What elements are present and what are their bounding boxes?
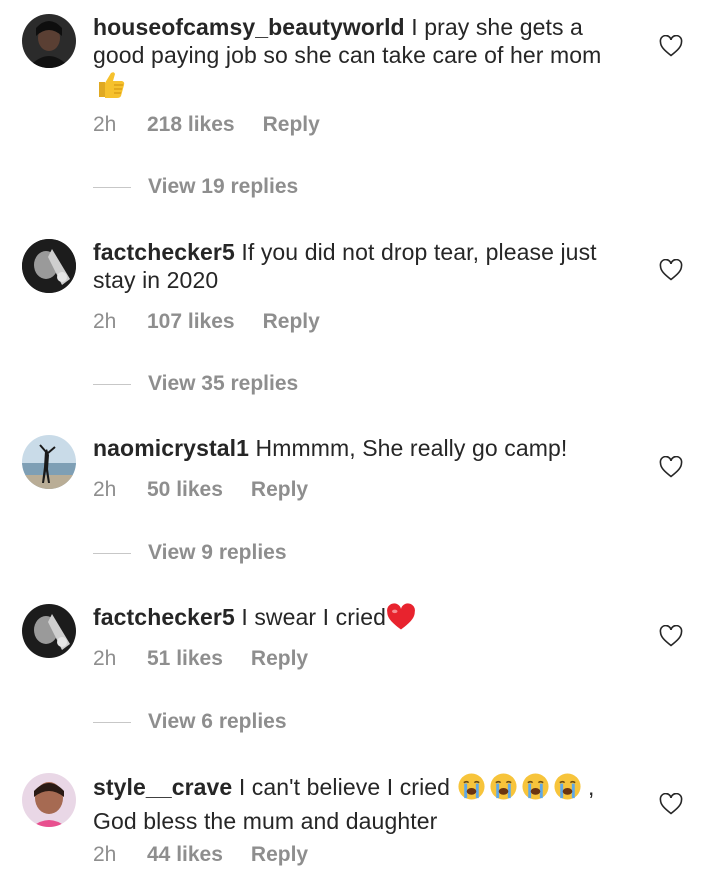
view-replies-button[interactable]: View 19 replies: [93, 175, 298, 199]
like-heart-icon[interactable]: [659, 625, 683, 647]
avatar-image: [22, 604, 76, 658]
view-replies-label: View 35 replies: [148, 372, 299, 395]
divider-line: [93, 721, 131, 723]
avatar-image: [22, 773, 76, 827]
reply-button[interactable]: Reply: [251, 647, 308, 671]
comment-meta: 2h 218 likes Reply: [93, 113, 320, 137]
comment-text: houseofcamsy_beautyworld I pray she gets…: [93, 13, 633, 105]
comment-body: Hmmmm, She really go camp!: [249, 435, 568, 461]
comment-body-after-emoji: ,: [581, 774, 595, 800]
likes-count[interactable]: 44 likes: [147, 843, 223, 867]
comment-username[interactable]: style__crave: [93, 774, 232, 800]
thumbs-up-icon: [95, 69, 127, 105]
view-replies-label: View 6 replies: [148, 710, 287, 733]
comment-meta: 2h 107 likes Reply: [93, 310, 320, 334]
red-heart-icon: [386, 603, 416, 637]
comment-body: I swear I cried: [234, 604, 387, 630]
divider-line: [93, 383, 131, 385]
comment-username[interactable]: factchecker5: [93, 604, 235, 630]
comment-time: 2h: [93, 478, 117, 501]
likes-count[interactable]: 107 likes: [147, 310, 235, 334]
crying-face-icon: [489, 772, 518, 807]
avatar-image: [22, 239, 76, 293]
reply-button[interactable]: Reply: [251, 843, 308, 867]
avatar[interactable]: [22, 14, 76, 68]
comment-text: naomicrystal1 Hmmmm, She really go camp!: [93, 434, 633, 462]
comment-time: 2h: [93, 647, 117, 670]
avatar-image: [22, 14, 76, 68]
view-replies-label: View 19 replies: [148, 175, 299, 198]
avatar[interactable]: [22, 239, 76, 293]
crying-face-icon: [457, 772, 486, 807]
likes-count[interactable]: 218 likes: [147, 113, 235, 137]
divider-line: [93, 552, 131, 554]
crying-face-icon: [553, 772, 582, 807]
crying-emoji-group: [457, 772, 582, 807]
like-heart-icon[interactable]: [659, 793, 683, 815]
avatar[interactable]: [22, 435, 76, 489]
avatar[interactable]: [22, 604, 76, 658]
comment-username[interactable]: factchecker5: [93, 239, 235, 265]
like-heart-icon[interactable]: [659, 35, 683, 57]
reply-button[interactable]: Reply: [263, 310, 320, 334]
reply-button[interactable]: Reply: [251, 478, 308, 502]
divider-line: [93, 186, 131, 188]
comment-body-line2: God bless the mum and daughter: [93, 808, 438, 834]
comment-username[interactable]: houseofcamsy_beautyworld: [93, 14, 405, 40]
comment-time: 2h: [93, 310, 117, 333]
comment-meta: 2h 50 likes Reply: [93, 478, 308, 502]
view-replies-label: View 9 replies: [148, 541, 287, 564]
comment-time: 2h: [93, 113, 117, 136]
view-replies-button[interactable]: View 6 replies: [93, 710, 287, 734]
avatar[interactable]: [22, 773, 76, 827]
comment-text: style__crave I can't believe I cried , G…: [93, 772, 633, 835]
comment-time: 2h: [93, 843, 117, 866]
likes-count[interactable]: 51 likes: [147, 647, 223, 671]
like-heart-icon[interactable]: [659, 456, 683, 478]
avatar-image: [22, 435, 76, 489]
comment-meta: 2h 51 likes Reply: [93, 647, 308, 671]
comment-body: I can't believe I cried: [232, 774, 451, 800]
reply-button[interactable]: Reply: [263, 113, 320, 137]
like-heart-icon[interactable]: [659, 259, 683, 281]
view-replies-button[interactable]: View 9 replies: [93, 541, 287, 565]
view-replies-button[interactable]: View 35 replies: [93, 372, 298, 396]
crying-face-icon: [521, 772, 550, 807]
likes-count[interactable]: 50 likes: [147, 478, 223, 502]
comment-username[interactable]: naomicrystal1: [93, 435, 249, 461]
comment-meta: 2h 44 likes Reply: [93, 843, 308, 867]
comment-text: factchecker5 If you did not drop tear, p…: [93, 238, 633, 294]
comment-text: factchecker5 I swear I cried: [93, 603, 633, 637]
